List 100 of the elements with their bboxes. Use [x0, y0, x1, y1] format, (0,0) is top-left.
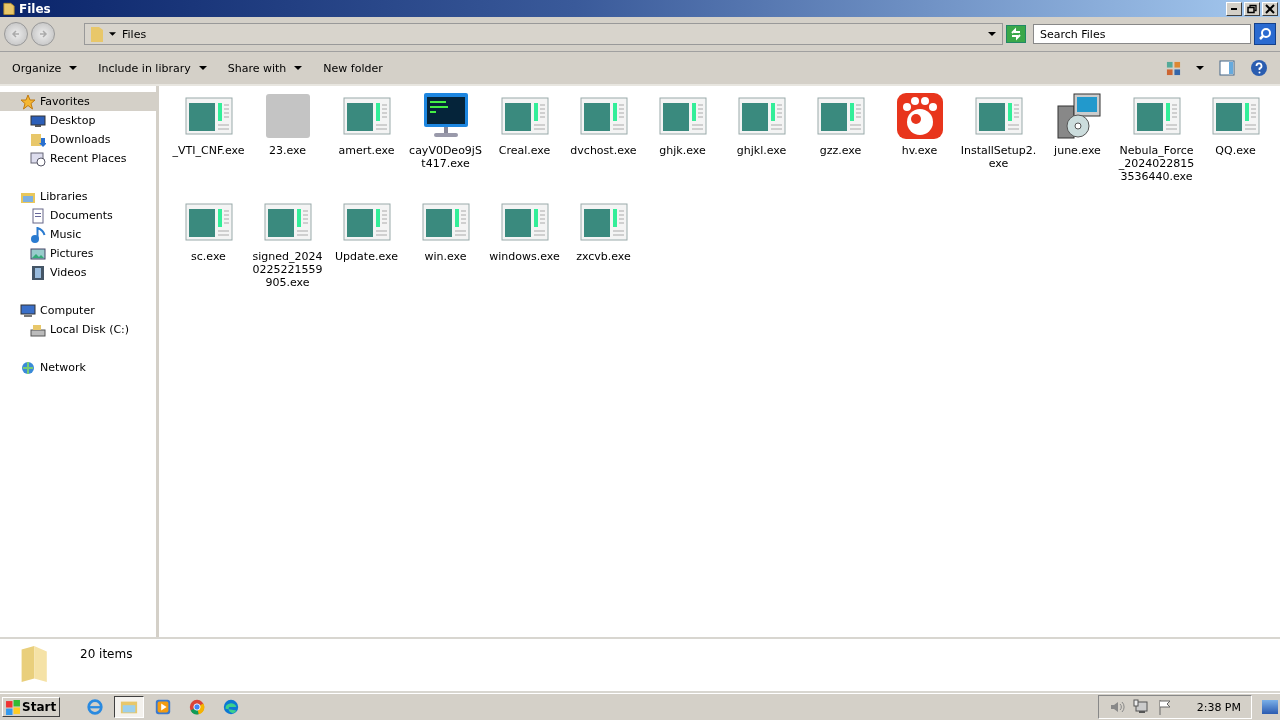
caret-icon[interactable] [988, 32, 996, 36]
close-icon [1265, 3, 1275, 14]
nav-item[interactable]: Recent Places [0, 149, 156, 168]
file-name[interactable]: zxcvb.exe [565, 250, 642, 263]
toolbar-button[interactable]: Share with [227, 61, 303, 75]
pictures-icon [30, 245, 46, 262]
downloads-icon [30, 131, 46, 148]
application-icon [263, 202, 312, 242]
media-icon [154, 698, 173, 716]
application-icon [500, 96, 549, 136]
blurred-icon [263, 92, 312, 140]
nav-item[interactable]: Network [0, 358, 156, 377]
restore-button[interactable] [1244, 1, 1260, 16]
nav-item[interactable]: Computer [0, 301, 156, 320]
back-arrow-icon [10, 28, 22, 40]
search-icon [1258, 27, 1272, 41]
caret-icon [294, 66, 303, 70]
file-name[interactable]: dvchost.exe [565, 144, 642, 157]
caret-icon [198, 66, 207, 70]
file-name[interactable]: ghjk.exe [644, 144, 721, 157]
speaker-icon [1108, 699, 1125, 715]
computer-icon [20, 302, 36, 319]
file-name[interactable]: 23.exe [249, 144, 326, 157]
application-icon [184, 202, 233, 242]
paw-icon [895, 92, 944, 140]
minimize-icon [1231, 7, 1237, 10]
nav-item[interactable]: Pictures [0, 244, 156, 263]
file-name[interactable]: QQ.exe [1197, 144, 1274, 157]
nav-item[interactable]: Videos [0, 263, 156, 282]
folder-icon [3, 1, 15, 16]
item-count: 20 items [80, 647, 133, 661]
nav-item[interactable]: Music [0, 225, 156, 244]
application-icon [579, 96, 628, 136]
nav-item[interactable]: Documents [0, 206, 156, 225]
nav-item[interactable]: Downloads [0, 130, 156, 149]
application-icon [342, 96, 391, 136]
toolbar-button[interactable]: New folder [323, 61, 383, 75]
application-icon [974, 96, 1023, 136]
application-icon [579, 202, 628, 242]
preview-pane-icon[interactable] [1219, 60, 1235, 76]
chrome-icon [188, 698, 207, 716]
forward-arrow-icon [37, 28, 49, 40]
recent-icon [30, 150, 46, 167]
show-desktop-button[interactable] [1262, 700, 1278, 714]
file-name[interactable]: win.exe [407, 250, 484, 263]
ie-icon [86, 698, 105, 716]
clock: 2:38 PM [1196, 700, 1241, 714]
window-title: Files [19, 1, 51, 16]
file-name[interactable]: june.exe [1039, 144, 1116, 157]
application-icon [500, 202, 549, 242]
file-name[interactable]: sc.exe [170, 250, 247, 263]
caret-icon[interactable] [109, 32, 116, 36]
file-name[interactable]: Nebula_Force_20240228153536440.exe [1118, 144, 1195, 183]
refresh-icon [1009, 27, 1023, 41]
taskbar-app[interactable] [114, 696, 145, 718]
file-name[interactable]: windows.exe [486, 250, 563, 263]
file-name[interactable]: _VTI_CNF.exe [170, 144, 247, 157]
file-name[interactable]: gzz.exe [802, 144, 879, 157]
view-options-icon[interactable] [1166, 60, 1181, 76]
file-name[interactable]: signed_20240225221559905.exe [249, 250, 326, 289]
caret-icon[interactable] [1196, 64, 1204, 72]
terminal-monitor-icon [421, 92, 470, 140]
search-field[interactable]: Search Files [1033, 24, 1251, 44]
file-name[interactable]: InstallSetup2.exe [960, 144, 1037, 170]
desktop-icon [30, 112, 46, 129]
flag-icon [1156, 699, 1173, 715]
nav-item[interactable]: Desktop [0, 111, 156, 130]
start-button[interactable]: Start [2, 697, 61, 717]
windows-logo-icon [6, 699, 20, 715]
application-icon [816, 96, 865, 136]
toolbar-button[interactable]: Include in library [98, 61, 207, 75]
network-icon [20, 359, 36, 376]
restore-icon [1247, 3, 1257, 14]
close-button[interactable] [1262, 1, 1278, 16]
folder-icon [91, 26, 103, 42]
star-icon [20, 93, 36, 110]
refresh-button[interactable] [1006, 25, 1026, 43]
documents-icon [30, 207, 46, 224]
nav-item[interactable]: Favorites [0, 92, 156, 111]
help-icon[interactable] [1250, 59, 1268, 77]
file-name[interactable]: Update.exe [328, 250, 405, 263]
edge-icon [222, 698, 241, 716]
caret-icon [69, 66, 78, 70]
breadcrumb[interactable]: Files [122, 27, 147, 41]
search-button[interactable] [1254, 23, 1276, 45]
application-icon [184, 96, 233, 136]
file-name[interactable]: Creal.exe [486, 144, 563, 157]
file-name[interactable]: hv.exe [881, 144, 958, 157]
videos-icon [30, 264, 46, 281]
minimize-button[interactable] [1226, 1, 1242, 16]
application-icon [342, 202, 391, 242]
file-name[interactable]: ghjkl.exe [723, 144, 800, 157]
application-icon [737, 96, 786, 136]
file-name[interactable]: amert.exe [328, 144, 405, 157]
file-name[interactable]: cayV0Deo9jSt417.exe [407, 144, 484, 170]
application-icon [421, 202, 470, 242]
toolbar-button[interactable]: Organize [12, 61, 78, 75]
application-icon [1211, 96, 1260, 136]
nav-item[interactable]: Libraries [0, 187, 156, 206]
nav-item[interactable]: Local Disk (C:) [0, 320, 156, 339]
